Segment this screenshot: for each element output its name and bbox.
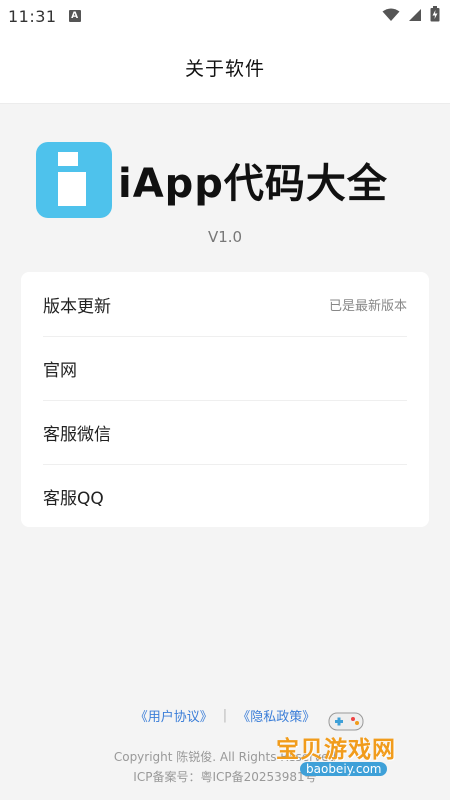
watermark-url: baobeiy.com bbox=[300, 762, 388, 776]
signal-icon bbox=[408, 7, 422, 26]
menu-item-wechat-support[interactable]: 客服微信 bbox=[21, 400, 429, 464]
menu-card: 版本更新 已是最新版本 官网 客服微信 客服QQ bbox=[21, 272, 429, 527]
menu-item-label: 客服微信 bbox=[43, 424, 111, 445]
watermark: 宝贝游戏网 baobeiy.com bbox=[276, 708, 426, 788]
link-separator: | bbox=[222, 708, 228, 723]
user-agreement-link[interactable]: 《用户协议》 bbox=[135, 706, 213, 725]
menu-item-version-update[interactable]: 版本更新 已是最新版本 bbox=[21, 272, 429, 336]
app-logo-icon bbox=[36, 142, 112, 218]
status-icons bbox=[382, 6, 440, 26]
menu-item-label: 官网 bbox=[43, 360, 77, 381]
menu-item-label: 客服QQ bbox=[43, 488, 104, 509]
notification-icon: A bbox=[68, 10, 81, 22]
menu-item-label: 版本更新 bbox=[43, 296, 111, 317]
watermark-text: 宝贝游戏网 bbox=[276, 737, 396, 763]
app-header: iApp代码大全 bbox=[36, 142, 388, 218]
status-time: 11:31 bbox=[8, 6, 57, 26]
wifi-icon bbox=[382, 7, 400, 26]
menu-item-qq-support[interactable]: 客服QQ bbox=[21, 464, 429, 528]
app-name: iApp代码大全 bbox=[118, 161, 388, 207]
menu-item-value: 已是最新版本 bbox=[328, 298, 407, 314]
battery-icon bbox=[430, 6, 440, 26]
page-title: 关于软件 bbox=[184, 58, 265, 80]
menu-item-website[interactable]: 官网 bbox=[21, 336, 429, 400]
app-version: V1.0 bbox=[207, 228, 243, 246]
status-bar: 11:31 A bbox=[0, 0, 450, 32]
app-bar: 关于软件 bbox=[0, 32, 450, 104]
